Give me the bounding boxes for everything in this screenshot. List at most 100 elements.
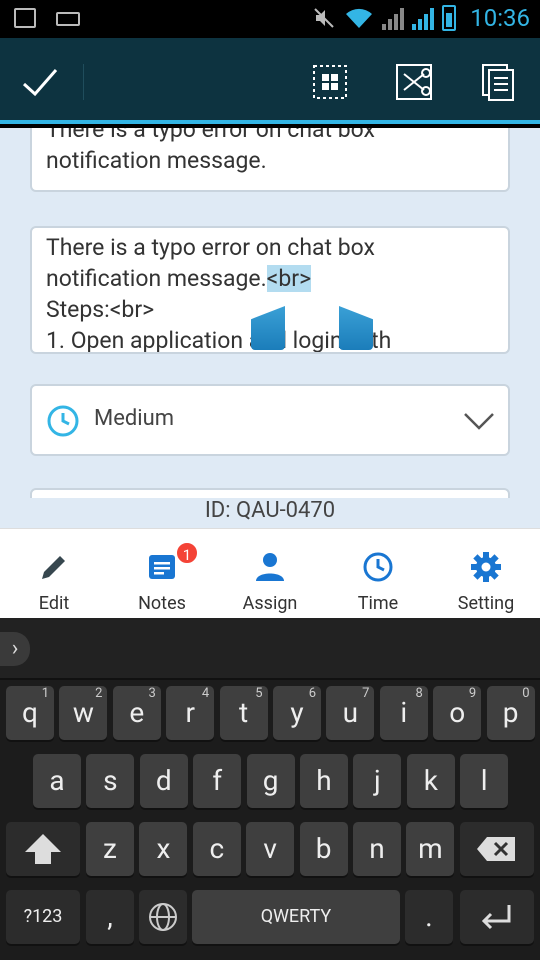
key-q[interactable]: q1 (6, 686, 54, 740)
title-text: There is a typo error on chat box notifi… (46, 128, 375, 174)
key-f-label: f (212, 764, 223, 797)
key-m-label: m (418, 832, 443, 865)
bottom-navigation: Edit 1 Notes Assign Time Setting (0, 528, 540, 618)
cut-icon[interactable] (394, 62, 434, 102)
nav-assign[interactable]: Assign (216, 529, 324, 618)
key-p-hint: 0 (522, 686, 530, 701)
key-g[interactable]: g (246, 754, 295, 808)
enter-key[interactable] (460, 890, 534, 944)
key-m[interactable]: m (406, 822, 455, 876)
key-a-label: a (49, 764, 65, 797)
priority-value: Medium (94, 406, 175, 431)
key-q-label: q (22, 696, 38, 729)
key-e[interactable]: e3 (112, 686, 161, 740)
key-v[interactable]: v (246, 822, 295, 876)
comma-key[interactable]: , (86, 890, 134, 944)
key-q-hint: 1 (41, 686, 49, 701)
backspace-key[interactable] (460, 822, 534, 876)
key-u[interactable]: u7 (326, 686, 375, 740)
period-key[interactable]: . (405, 890, 453, 944)
nav-edit[interactable]: Edit (0, 529, 108, 618)
period-key-label: . (425, 900, 433, 933)
action-bar-divider (83, 64, 84, 100)
key-y[interactable]: y6 (273, 686, 321, 740)
space-key-label: QWERTY (260, 906, 332, 927)
key-r-hint: 4 (201, 686, 210, 701)
key-c[interactable]: c (192, 822, 241, 876)
key-d-label: d (155, 764, 172, 797)
key-x[interactable]: x (139, 822, 188, 876)
key-o[interactable]: o9 (433, 686, 482, 740)
chevron-right-icon[interactable]: › (0, 632, 30, 666)
key-v-label: v (263, 832, 277, 865)
key-l[interactable]: l (460, 754, 509, 808)
key-f[interactable]: f (193, 754, 242, 808)
nav-setting-label: Setting (457, 593, 515, 614)
key-k[interactable]: k (406, 754, 455, 808)
selected-text[interactable]: <br> (266, 265, 312, 292)
key-n[interactable]: n (353, 822, 401, 876)
key-c-label: c (209, 832, 225, 865)
status-time: 10:36 (470, 4, 530, 32)
description-line-2-text: notification message. (46, 265, 267, 292)
globe-icon (149, 903, 177, 931)
nav-edit-label: Edit (38, 593, 70, 614)
nav-setting[interactable]: Setting (432, 529, 540, 618)
status-bar: 10:36 (0, 0, 540, 38)
key-w[interactable]: w2 (59, 686, 108, 740)
space-key[interactable]: QWERTY (192, 890, 400, 944)
key-l-label: l (480, 764, 488, 797)
priority-dropdown[interactable]: Medium (30, 384, 510, 456)
person-icon (256, 553, 284, 581)
key-z[interactable]: z (86, 822, 134, 876)
symbols-key[interactable]: ?123 (6, 890, 80, 944)
key-b[interactable]: b (299, 822, 348, 876)
keyboard-notification-icon (56, 12, 80, 26)
action-bar (0, 38, 540, 124)
clock-icon (47, 405, 79, 437)
key-r[interactable]: r4 (166, 686, 215, 740)
chevron-down-icon (464, 413, 494, 430)
copy-icon[interactable] (478, 62, 518, 102)
key-j-label: j (374, 764, 381, 797)
backspace-icon (477, 837, 515, 861)
key-h-label: h (316, 764, 332, 797)
title-field[interactable]: There is a typo error on chat box notifi… (30, 128, 510, 192)
shift-key[interactable] (6, 822, 80, 876)
enter-icon (481, 905, 511, 930)
key-t[interactable]: t5 (219, 686, 268, 740)
key-a[interactable]: a (33, 754, 81, 808)
key-e-hint: 3 (148, 686, 156, 701)
key-w-label: w (72, 696, 94, 729)
key-t-hint: 5 (255, 686, 263, 701)
battery-icon (442, 5, 457, 31)
pencil-icon (42, 556, 65, 579)
signal-2-icon (412, 6, 435, 30)
issue-id: ID: QAU-0470 (0, 498, 540, 528)
key-d[interactable]: d (139, 754, 188, 808)
key-u-hint: 7 (362, 686, 370, 701)
key-p[interactable]: p0 (486, 686, 535, 740)
nav-time[interactable]: Time (324, 529, 432, 618)
key-s[interactable]: s (86, 754, 135, 808)
key-b-label: b (315, 832, 332, 865)
key-o-hint: 9 (468, 686, 477, 701)
nav-notes[interactable]: 1 Notes (108, 529, 216, 618)
language-key[interactable] (139, 890, 187, 944)
clock-icon (363, 552, 393, 582)
notes-icon (149, 555, 175, 579)
key-p-label: p (502, 696, 519, 729)
nav-time-label: Time (357, 593, 399, 614)
nav-assign-label: Assign (242, 593, 298, 614)
key-i-hint: 8 (415, 686, 423, 701)
key-s-label: s (103, 764, 118, 797)
key-y-hint: 6 (308, 686, 316, 701)
key-h[interactable]: h (300, 754, 348, 808)
key-j[interactable]: j (353, 754, 402, 808)
key-i[interactable]: i8 (379, 686, 428, 740)
key-e-label: e (129, 696, 145, 729)
checkmark-icon[interactable] (20, 62, 60, 102)
key-n-label: n (369, 832, 385, 865)
key-u-label: u (342, 696, 359, 729)
select-all-icon[interactable] (310, 62, 350, 102)
